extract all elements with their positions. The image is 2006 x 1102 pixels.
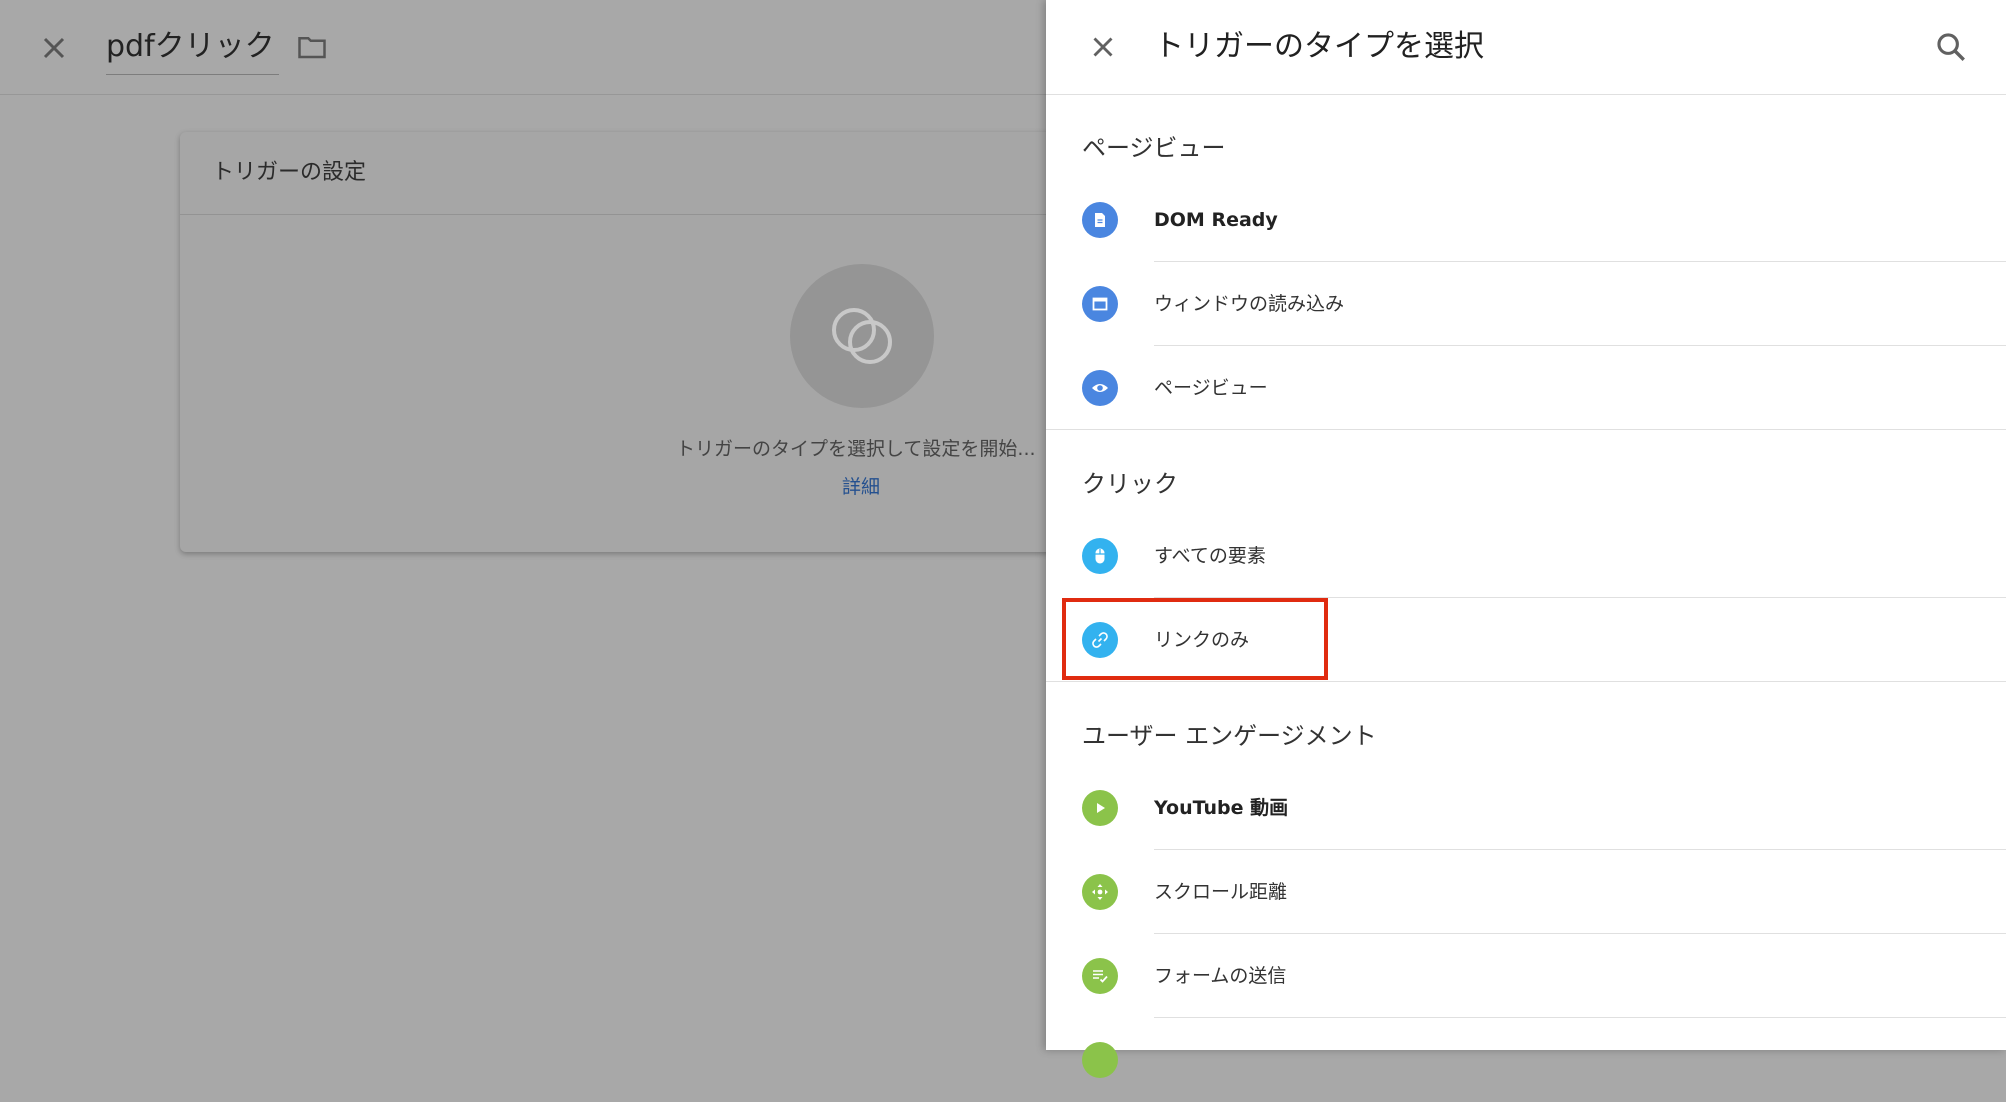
- eye-icon: [1082, 370, 1118, 406]
- trigger-item-label: スクロール距離: [1154, 881, 1288, 903]
- trigger-name: pdfクリック: [106, 29, 275, 64]
- trigger-item-label: YouTube 動画: [1154, 797, 1289, 819]
- window-icon: [1082, 286, 1118, 322]
- divider: [1046, 429, 2006, 430]
- section-user-engagement: ユーザー エンゲージメント: [1082, 722, 1377, 750]
- trigger-item-label: すべての要素: [1154, 545, 1266, 567]
- panel-header: トリガーのタイプを選択: [1046, 0, 2006, 95]
- trigger-name-field[interactable]: pdfクリック: [106, 24, 279, 75]
- trigger-item-all-elements[interactable]: すべての要素: [1046, 514, 2006, 598]
- placeholder-hint: トリガーのタイプを選択して設定を開始...: [676, 438, 1036, 460]
- form-icon: [1082, 958, 1118, 994]
- trigger-item-next[interactable]: [1046, 1018, 2006, 1102]
- trigger-item-window-load[interactable]: ウィンドウの読み込み: [1046, 262, 2006, 346]
- highlight-box: [1062, 598, 1328, 680]
- trigger-item-label: ページビュー: [1154, 377, 1268, 399]
- trigger-config-card[interactable]: トリガーの設定 トリガーのタイプを選択して設定を開始... 詳細: [180, 132, 1060, 552]
- trigger-item-label: DOM Ready: [1154, 209, 1278, 231]
- trigger-placeholder-icon[interactable]: [790, 264, 934, 408]
- trigger-item-pageview[interactable]: ページビュー: [1046, 346, 2006, 430]
- document-icon: [1082, 202, 1118, 238]
- divider: [1046, 681, 2006, 682]
- panel-title: トリガーのタイプを選択: [1154, 29, 1484, 64]
- section-pageview: ページビュー: [1082, 134, 1226, 162]
- card-title: トリガーの設定: [180, 132, 1060, 215]
- trigger-item-form-submit[interactable]: フォームの送信: [1046, 934, 2006, 1018]
- trigger-item-label: フォームの送信: [1154, 965, 1287, 987]
- editor-topbar: pdfクリック: [0, 0, 1046, 95]
- engagement-icon: [1082, 1042, 1118, 1078]
- folder-icon[interactable]: [296, 32, 328, 62]
- play-icon: [1082, 790, 1118, 826]
- detail-link[interactable]: 詳細: [842, 472, 880, 499]
- close-icon[interactable]: [1086, 30, 1120, 64]
- close-icon[interactable]: [36, 30, 72, 66]
- trigger-item-dom-ready[interactable]: DOM Ready: [1046, 178, 2006, 262]
- overlap-circles-icon: [832, 308, 892, 364]
- mouse-icon: [1082, 538, 1118, 574]
- trigger-type-panel: トリガーのタイプを選択 ページビュー DOM Ready ウィンドウの読み込み …: [1046, 0, 2006, 1078]
- trigger-item-youtube[interactable]: YouTube 動画: [1046, 766, 2006, 850]
- move-icon: [1082, 874, 1118, 910]
- search-icon[interactable]: [1934, 30, 1968, 64]
- trigger-item-label: ウィンドウの読み込み: [1154, 293, 1345, 315]
- trigger-item-scroll-depth[interactable]: スクロール距離: [1046, 850, 2006, 934]
- section-click: クリック: [1082, 470, 1178, 498]
